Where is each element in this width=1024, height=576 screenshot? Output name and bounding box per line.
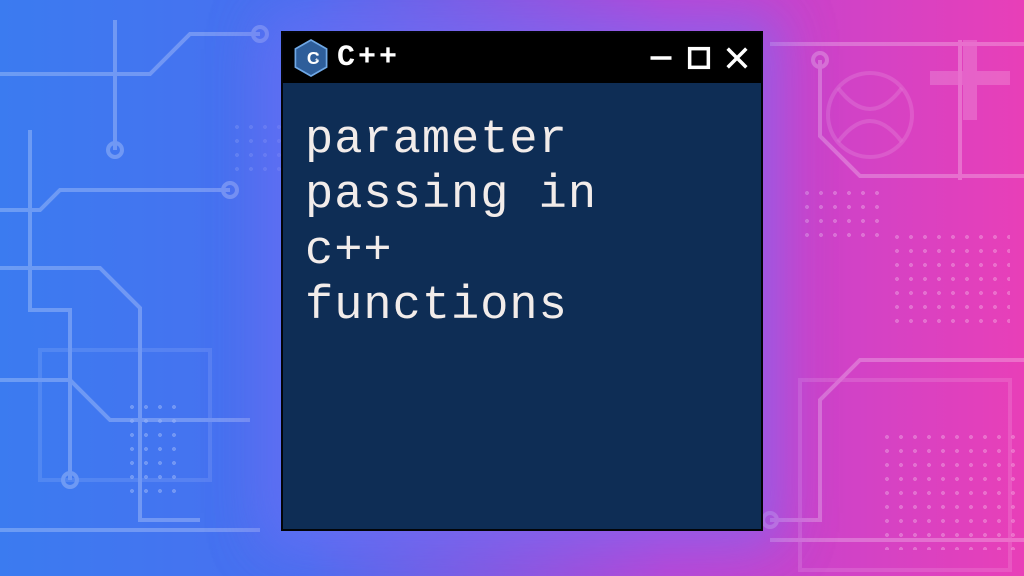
close-button[interactable] [723,44,751,72]
terminal-window: C + + C++ parameter passing in c++ funct… [281,31,763,531]
terminal-body: parameter passing in c++ functions [283,83,761,529]
titlebar: C + + C++ [283,33,761,83]
content-line: c++ [305,224,743,279]
svg-text:+: + [315,57,319,65]
window-controls [647,44,751,72]
content-line: passing in [305,168,743,223]
cpp-icon: C + + [293,38,329,78]
maximize-button[interactable] [685,44,713,72]
window-title: C++ [337,41,639,75]
minimize-button[interactable] [647,44,675,72]
content-line: parameter [305,113,743,168]
content-line: functions [305,279,743,334]
